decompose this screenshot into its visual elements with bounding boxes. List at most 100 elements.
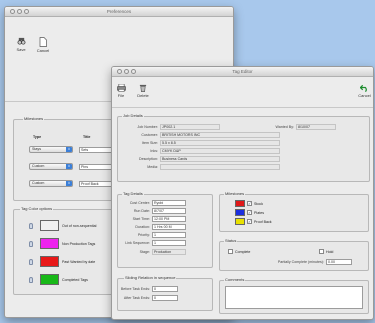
editor-milestones-legend: Milestones [224, 191, 246, 196]
prefs-milestones-legend: Milestones [23, 116, 45, 121]
after-task-label: After Task Ends: [123, 296, 150, 300]
milestone-type-popup-2[interactable]: Custom ⇕ [29, 163, 73, 170]
cost-center-label: Cost Center: [129, 201, 150, 205]
after-task-field[interactable]: 0 [152, 295, 178, 301]
file-button[interactable]: File [115, 84, 127, 98]
tag-color-swatch-2[interactable] [40, 238, 59, 249]
lightbulb-icon [29, 223, 33, 229]
comments-textarea[interactable] [225, 286, 363, 309]
stage-field[interactable]: Production [152, 249, 186, 255]
save-button[interactable]: Save [14, 37, 28, 52]
sliding-relation-legend: Sliding Relation in sequence [124, 275, 177, 280]
stage-label: Stage: [139, 250, 150, 254]
status-legend: Status [224, 238, 238, 243]
job-details-legend: Job Details [122, 113, 144, 118]
media-label: Media: [147, 165, 158, 169]
delete-label: Delete [137, 93, 149, 98]
complete-label: Complete [235, 250, 251, 254]
tag-color-swatch-1[interactable] [40, 220, 59, 231]
run-date-field[interactable]: 8/7/07 [152, 208, 186, 214]
run-date-label: Run Date: [133, 209, 150, 213]
comments-legend: Comments [224, 277, 246, 282]
item-size-field[interactable]: 5.5 x 8.5 [160, 140, 280, 146]
popup-arrows-icon: ⇕ [66, 164, 72, 169]
tag-color-swatch-4[interactable] [40, 274, 59, 285]
milestone-type-1: Stays [32, 147, 41, 151]
trash-icon [139, 84, 147, 92]
cancel-label: Cancel [358, 93, 371, 98]
milestone-label-proof-back: Proof Back [254, 220, 272, 224]
save-label: Save [16, 47, 26, 52]
priority-label: Priority: [137, 233, 150, 237]
complete-checkbox[interactable] [228, 249, 233, 254]
lightbulb-icon [29, 241, 33, 247]
file-label: File [117, 93, 125, 98]
tag-color-label-1: Out of non-sequential [62, 224, 97, 228]
document-icon [39, 37, 47, 47]
milestone-checkbox-plates[interactable]: ✓ [247, 210, 252, 215]
description-label: Description: [139, 157, 158, 161]
milestone-label-stock: Stock [254, 202, 263, 206]
link-sequence-field[interactable]: 1 [152, 240, 186, 246]
lightbulb-icon [29, 259, 33, 265]
printer-icon [116, 84, 126, 92]
delete-button[interactable]: Delete [136, 84, 150, 98]
hold-label: Hold [326, 250, 334, 254]
cost-center-field[interactable]: Ryobi [152, 200, 186, 206]
before-task-field[interactable]: 0 [152, 286, 178, 292]
type-column-header: Type [33, 135, 42, 139]
cancel-button[interactable]: Cancel [357, 84, 372, 98]
tag-editor-window: Tag Editor File Delete Cancel Job Detail… [111, 66, 374, 320]
partial-complete-label: Partially Complete (minutes): [277, 260, 324, 264]
tag-color-label-4: Completed Tags [62, 278, 88, 282]
milestone-type-3: Custom [32, 181, 45, 185]
cancel-button[interactable]: Cancel [35, 37, 51, 53]
tag-color-label-2: Non Production Tags [62, 242, 96, 246]
tag-color-label-3: Past Wanted by date [62, 260, 96, 264]
wanted-by-field[interactable]: 8/10/07 [296, 124, 336, 130]
priority-field[interactable]: 1 [152, 232, 186, 238]
milestone-type-popup-3[interactable]: Custom ⇕ [29, 180, 73, 187]
toolbar-divider [112, 107, 373, 108]
milestone-color-proof-back [235, 218, 245, 225]
milestone-checkbox-proof-back[interactable]: ✓ [247, 219, 252, 224]
milestone-color-plates [235, 209, 245, 216]
save-icon [17, 37, 25, 45]
job-number-field[interactable]: JP002.1 [160, 124, 220, 130]
inks-label: Inks: [150, 149, 158, 153]
milestone-type-2: Custom [32, 164, 45, 168]
inks-field[interactable]: CMYK D&P [160, 148, 280, 154]
media-field[interactable] [160, 164, 280, 170]
duration-field[interactable]: 1 Hrs 00 M [152, 224, 186, 230]
tag-color-swatch-3[interactable] [40, 256, 59, 267]
milestone-type-popup-1[interactable]: Stays ⇕ [29, 146, 73, 153]
item-size-label: Item Size: [142, 141, 158, 145]
customer-field[interactable]: BRITISH MOTORS INC [160, 132, 280, 138]
lightbulb-icon [29, 277, 33, 283]
start-time-label: Start Time: [132, 217, 150, 221]
start-time-field[interactable]: 12:00 PM [152, 216, 186, 222]
duration-label: Duration: [135, 225, 150, 229]
preferences-titlebar: Preferences [5, 7, 233, 17]
partial-complete-field[interactable]: 0.00 [326, 259, 352, 265]
window-title: Tag Editor [232, 69, 253, 74]
window-title: Preferences [106, 9, 132, 14]
title-column-header: Title [83, 135, 91, 139]
link-sequence-label: Link Sequence: [125, 241, 150, 245]
description-field[interactable]: Business Cards [160, 156, 280, 162]
customer-label: Customer: [141, 133, 158, 137]
tag-color-legend: Tag Color options [20, 206, 54, 211]
cancel-label: Cancel [36, 48, 50, 53]
tag-editor-titlebar: Tag Editor [112, 67, 373, 77]
tag-details-legend: Tag Details [122, 191, 144, 196]
popup-arrows-icon: ⇕ [66, 181, 72, 186]
undo-arrow-icon [360, 84, 367, 92]
status-group [219, 241, 369, 271]
before-task-label: Before Task Ends: [120, 287, 150, 291]
job-number-label: Job Number: [137, 125, 158, 129]
hold-checkbox[interactable] [319, 249, 324, 254]
wanted-by-label: Wanted By: [275, 125, 294, 129]
milestone-label-plates: Plates [254, 211, 264, 215]
milestone-checkbox-stock[interactable]: ✓ [247, 201, 252, 206]
milestone-color-stock [235, 200, 245, 207]
